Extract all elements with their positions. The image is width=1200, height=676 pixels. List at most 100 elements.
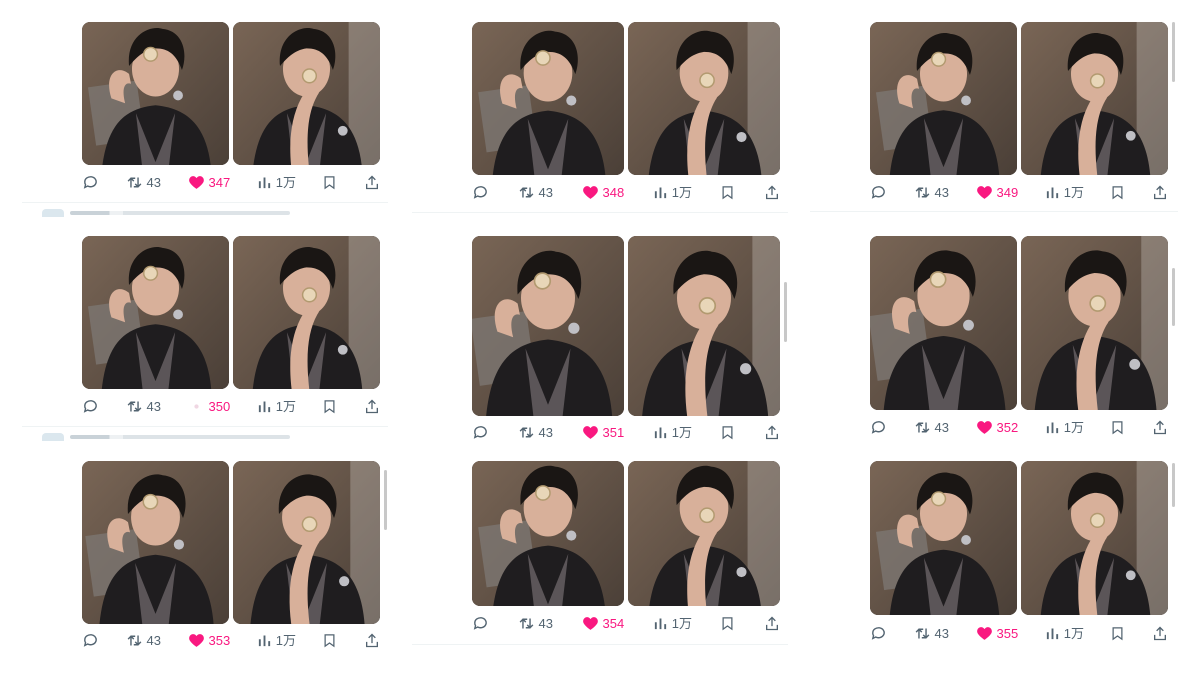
photo-right[interactable] (628, 461, 780, 606)
bookmark-button[interactable] (322, 174, 337, 191)
bookmark-button[interactable] (720, 424, 735, 441)
photo-right[interactable] (233, 236, 380, 389)
reply-button[interactable] (870, 419, 887, 436)
reply-button[interactable] (870, 625, 887, 642)
reply-button[interactable] (472, 615, 489, 632)
views-button[interactable]: 1万 (1045, 626, 1084, 641)
photo-left[interactable] (82, 236, 229, 389)
like-button[interactable]: 354 (582, 615, 624, 632)
bookmark-button[interactable] (720, 184, 735, 201)
photo-left[interactable] (472, 236, 624, 416)
photo-right[interactable] (233, 22, 380, 165)
reply-button[interactable] (82, 632, 99, 649)
share-button[interactable] (1152, 419, 1168, 436)
photo-left[interactable] (472, 22, 624, 175)
share-button[interactable] (1152, 184, 1168, 201)
views-button[interactable]: 1万 (653, 185, 692, 200)
views-button[interactable]: 1万 (653, 616, 692, 631)
retweet-icon (126, 398, 143, 415)
views-button[interactable]: 1万 (257, 633, 296, 648)
views-button[interactable]: 1万 (257, 175, 296, 190)
views-button[interactable]: 1万 (653, 425, 692, 440)
photo-left[interactable] (870, 461, 1017, 615)
like-count: 348 (602, 184, 625, 200)
photo-right[interactable] (1021, 461, 1168, 615)
media-grid[interactable] (870, 236, 1168, 410)
tweet-card: 43 347 1万 (82, 22, 380, 197)
heart-filled-icon (188, 632, 205, 649)
reply-button[interactable] (472, 424, 489, 441)
views-button[interactable]: 1万 (257, 399, 296, 414)
photo-right[interactable] (628, 236, 780, 416)
photo-left[interactable] (870, 236, 1017, 410)
scrollbar-thumb[interactable] (784, 282, 787, 342)
share-button[interactable] (364, 632, 380, 649)
like-button[interactable]: 349 (976, 184, 1018, 201)
share-icon (364, 632, 380, 649)
media-grid[interactable] (82, 22, 380, 165)
like-button[interactable]: 352 (976, 419, 1018, 436)
retweet-button[interactable]: 43 (126, 398, 161, 415)
photo-right[interactable] (628, 22, 780, 175)
retweet-count: 43 (146, 632, 161, 648)
share-button[interactable] (1152, 625, 1168, 642)
photo-left[interactable] (472, 461, 624, 606)
bookmark-button[interactable] (1110, 625, 1125, 642)
bookmark-button[interactable] (1110, 419, 1125, 436)
reply-button[interactable] (472, 184, 489, 201)
scrollbar-thumb[interactable] (1172, 268, 1175, 326)
like-button[interactable]: 351 (582, 424, 624, 441)
photo-right[interactable] (1021, 22, 1168, 175)
media-grid[interactable] (82, 461, 380, 624)
like-button[interactable]: 347 (188, 174, 230, 191)
scrollbar-thumb[interactable] (1172, 463, 1175, 507)
retweet-button[interactable]: 43 (126, 174, 161, 191)
views-button[interactable]: 1万 (1045, 185, 1084, 200)
like-button[interactable]: 353 (188, 632, 231, 649)
media-grid[interactable] (472, 461, 780, 606)
bookmark-button[interactable] (322, 632, 337, 649)
retweet-button[interactable]: 43 (914, 419, 949, 436)
media-grid[interactable] (870, 22, 1168, 175)
media-grid[interactable] (472, 22, 780, 175)
media-grid[interactable] (870, 461, 1168, 615)
reply-button[interactable] (82, 174, 99, 191)
share-button[interactable] (364, 174, 380, 191)
scrollbar-thumb[interactable] (384, 470, 387, 530)
action-bar: 43 353 1万 (82, 630, 380, 650)
share-button[interactable] (764, 424, 780, 441)
views-button[interactable]: 1万 (1045, 420, 1084, 435)
heart-filled-icon (976, 419, 993, 436)
retweet-button[interactable]: 43 (518, 184, 553, 201)
share-button[interactable] (364, 398, 380, 415)
photo-right[interactable] (1021, 236, 1168, 410)
media-grid[interactable] (82, 236, 380, 389)
reply-button[interactable] (82, 398, 99, 415)
retweet-button[interactable]: 43 (914, 184, 949, 201)
photo-right[interactable] (233, 461, 380, 624)
scrollbar-thumb[interactable] (1172, 22, 1175, 82)
photo-left[interactable] (82, 461, 229, 624)
media-grid[interactable] (472, 236, 780, 416)
retweet-button[interactable]: 43 (518, 615, 553, 632)
like-button[interactable]: 355 (976, 625, 1018, 642)
share-button[interactable] (764, 615, 780, 632)
photo-left[interactable] (82, 22, 229, 165)
photo-left[interactable] (870, 22, 1017, 175)
share-button[interactable] (764, 184, 780, 201)
view-count: 1万 (275, 632, 296, 648)
retweet-button[interactable]: 43 (518, 424, 553, 441)
like-button[interactable]: 350 (188, 398, 230, 415)
retweet-button[interactable]: 43 (126, 632, 161, 649)
reply-button[interactable] (870, 184, 887, 201)
like-count: 353 (208, 632, 231, 648)
tweet-card: 43 351 1万 (472, 236, 780, 446)
like-button[interactable]: 348 (582, 184, 625, 201)
retweet-count: 43 (538, 184, 553, 200)
bookmark-button[interactable] (1110, 184, 1125, 201)
retweet-count: 43 (538, 424, 553, 440)
bookmark-button[interactable] (322, 398, 337, 415)
bookmark-button[interactable] (720, 615, 735, 632)
share-icon (764, 615, 780, 632)
retweet-button[interactable]: 43 (914, 625, 949, 642)
